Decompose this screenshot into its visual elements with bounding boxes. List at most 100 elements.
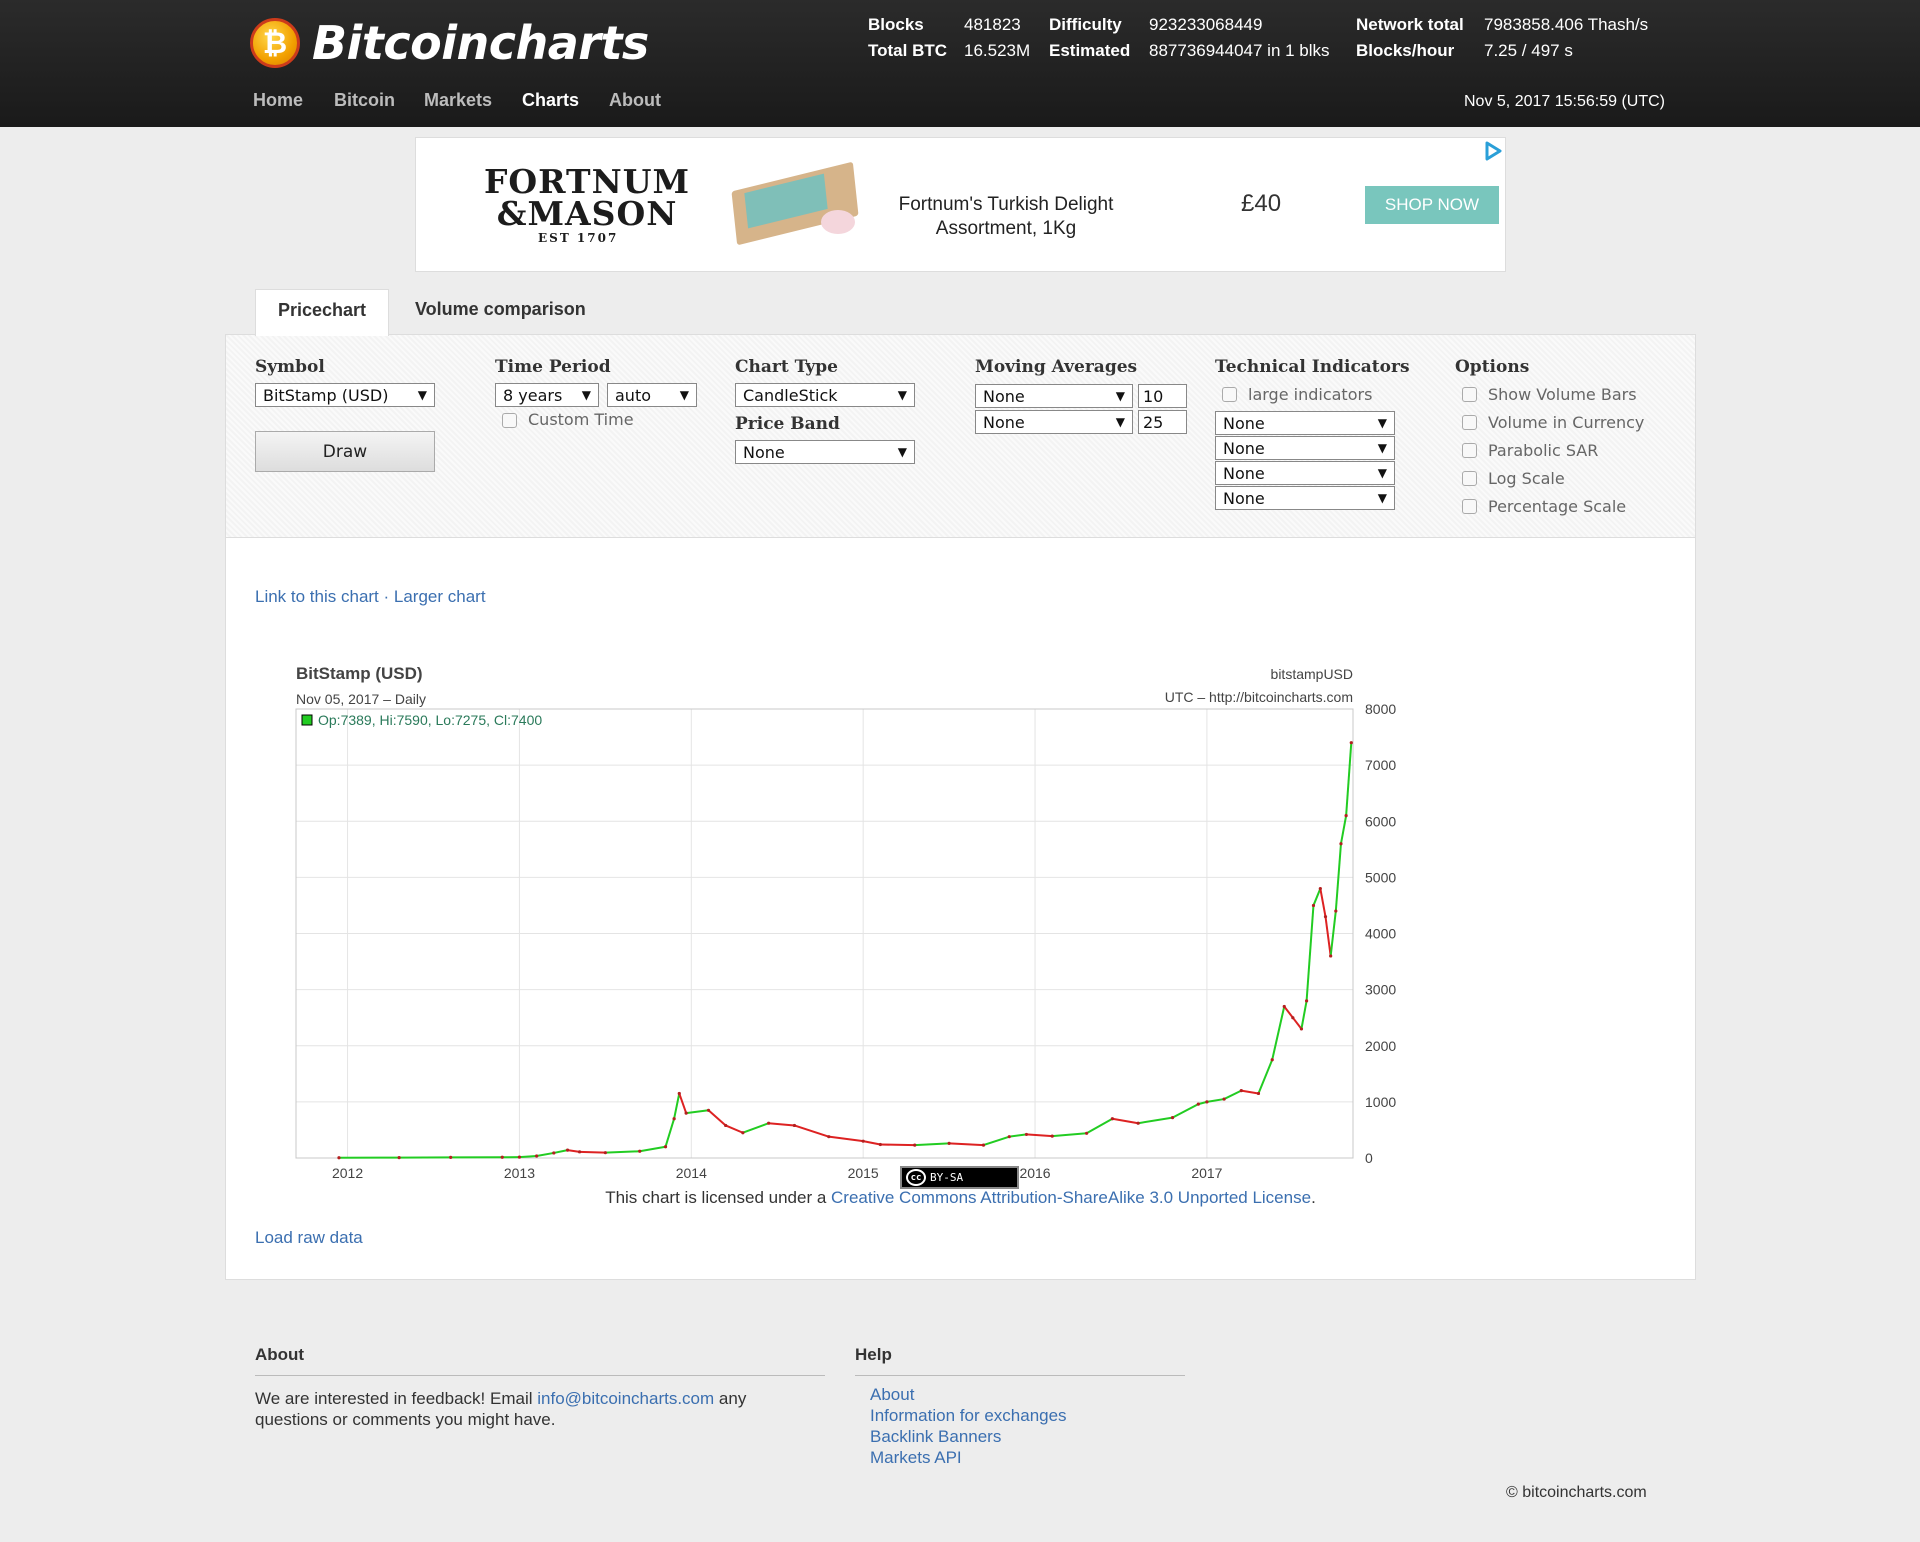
price-point (603, 1151, 607, 1155)
technical-indicator-3-select[interactable]: None ▼ (1215, 461, 1395, 485)
cc-badge-text: BY-SA (930, 1171, 964, 1184)
dropdown-arrow-icon: ▼ (1115, 389, 1125, 403)
price-segment (673, 1093, 681, 1119)
price-segment (914, 1142, 950, 1147)
options-label: Options (1455, 357, 1530, 377)
advertisement-banner[interactable]: FORTNUM &MASON EST 1707 Fortnum's Turkis… (415, 137, 1506, 272)
price-point (677, 1091, 681, 1096)
price-point (1282, 1004, 1286, 1009)
price-point (1323, 915, 1328, 919)
price-point (947, 1141, 951, 1146)
footer-about-heading: About (255, 1345, 305, 1364)
symbol-select[interactable]: BitStamp (USD) ▼ (255, 383, 435, 407)
footer-link-markets-api[interactable]: Markets API (870, 1448, 962, 1468)
footer-help-divider (855, 1375, 1185, 1376)
dropdown-arrow-icon: ▼ (679, 388, 689, 402)
ad-brand-est: EST 1707 (538, 231, 619, 245)
time-period-label: Time Period (495, 357, 611, 377)
stat-bph-value: 7.25 / 497 s (1484, 41, 1573, 60)
technical-indicator-2-select[interactable]: None ▼ (1215, 436, 1395, 460)
cc-badge-logo: cc (906, 1169, 926, 1186)
price-point (1007, 1135, 1011, 1139)
cc-license-badge[interactable]: cc BY-SA (900, 1166, 1019, 1189)
site-header: ₿ Bitcoincharts Home Bitcoin Markets Cha… (0, 0, 1920, 127)
site-logo-text[interactable]: Bitcoincharts (312, 16, 649, 70)
price-point (861, 1139, 865, 1143)
price-segment (1241, 1089, 1259, 1095)
moving-average-2-select[interactable]: None ▼ (975, 410, 1133, 434)
large-indicators-checkbox[interactable] (1222, 387, 1237, 402)
technical-indicator-1-select[interactable]: None ▼ (1215, 411, 1395, 435)
parabolic-sar-checkbox[interactable] (1462, 443, 1477, 458)
show-volume-bars-checkbox[interactable] (1462, 387, 1477, 402)
x-axis-ticks: 2012 2013 2014 2015 2016 2017 (332, 1165, 1223, 1181)
nav-charts[interactable]: Charts (522, 90, 579, 111)
bitcoin-logo-icon[interactable]: ₿ (250, 18, 300, 68)
price-segment (949, 1142, 984, 1147)
price-segment (678, 1093, 688, 1114)
time-period-select[interactable]: 8 years ▼ (495, 383, 599, 407)
link-to-this-chart[interactable]: Link to this chart (255, 587, 379, 606)
nav-home[interactable]: Home (253, 90, 303, 111)
nav-markets[interactable]: Markets (424, 90, 492, 111)
nav-about[interactable]: About (609, 90, 661, 111)
chart-type-select[interactable]: CandleStick ▼ (735, 383, 915, 407)
moving-average-1-value: None (983, 387, 1025, 406)
technical-indicator-1-value: None (1223, 414, 1265, 433)
footer-link-backlink-banners[interactable]: Backlink Banners (870, 1427, 1001, 1447)
chart-source-label: UTC – http://bitcoincharts.com (1165, 689, 1353, 705)
price-segment (1319, 888, 1327, 917)
log-scale-checkbox[interactable] (1462, 471, 1477, 486)
load-raw-data-link[interactable]: Load raw data (255, 1228, 363, 1248)
price-segment (794, 1124, 830, 1138)
adchoices-icon[interactable] (1482, 140, 1504, 162)
volume-in-currency-checkbox[interactable] (1462, 415, 1477, 430)
stat-bph-label: Blocks/hour (1356, 41, 1455, 60)
chart-ohlc-legend: Op:7389, Hi:7590, Lo:7275, Cl:7400 (318, 712, 542, 728)
moving-average-1-select[interactable]: None ▼ (975, 384, 1133, 408)
footer-link-about[interactable]: About (870, 1385, 914, 1405)
price-point (337, 1156, 341, 1160)
feedback-email-link[interactable]: info@bitcoincharts.com (537, 1389, 714, 1408)
y-tick-label: 5000 (1365, 869, 1396, 885)
price-segment (1257, 1059, 1274, 1094)
dropdown-arrow-icon: ▼ (417, 388, 427, 402)
price-point (1318, 887, 1322, 891)
stat-network-label: Network total (1356, 15, 1464, 34)
footer-link-exchanges[interactable]: Information for exchanges (870, 1406, 1067, 1426)
y-tick-label: 8000 (1365, 701, 1396, 717)
price-chart[interactable]: BitStamp (USD) Nov 05, 2017 – Daily bits… (266, 615, 1556, 1485)
nav-bitcoin[interactable]: Bitcoin (334, 90, 395, 111)
technical-indicator-3-value: None (1223, 464, 1265, 483)
price-point (1222, 1097, 1226, 1101)
price-point (1291, 1016, 1295, 1020)
technical-indicator-4-select[interactable]: None ▼ (1215, 486, 1395, 510)
interval-select[interactable]: auto ▼ (607, 383, 697, 407)
chart-type-value: CandleStick (743, 386, 838, 405)
price-segment (536, 1151, 554, 1158)
footer-about-text: We are interested in feedback! Email inf… (255, 1388, 775, 1430)
moving-average-1-period-input[interactable]: 10 (1138, 384, 1187, 408)
link-separator: · (378, 587, 394, 606)
draw-button[interactable]: Draw (255, 431, 435, 472)
tab-volume-comparison[interactable]: Volume comparison (393, 289, 608, 335)
price-point (1024, 1132, 1029, 1137)
price-band-select[interactable]: None ▼ (735, 440, 915, 464)
price-point (638, 1149, 642, 1153)
ad-shop-now-button[interactable]: SHOP NOW (1365, 186, 1499, 224)
price-point (449, 1155, 453, 1159)
price-point (672, 1117, 676, 1121)
custom-time-checkbox[interactable] (502, 413, 517, 428)
license-link[interactable]: Creative Commons Attribution-ShareAlike … (831, 1188, 1311, 1207)
larger-chart-link[interactable]: Larger chart (394, 587, 486, 606)
tab-pricechart[interactable]: Pricechart (255, 289, 390, 336)
percentage-scale-checkbox[interactable] (1462, 499, 1477, 514)
chart-links: Link to this chart · Larger chart (255, 587, 486, 607)
ad-product-title[interactable]: Fortnum's Turkish Delight Assortment, 1K… (886, 193, 1126, 241)
x-tick-label: 2017 (1191, 1165, 1222, 1181)
ad-product-sweet (821, 210, 855, 234)
ad-brand-logo[interactable]: FORTNUM &MASON (484, 165, 690, 230)
price-point (741, 1131, 745, 1135)
moving-average-2-period-input[interactable]: 25 (1138, 410, 1187, 434)
price-band-label: Price Band (735, 414, 840, 434)
